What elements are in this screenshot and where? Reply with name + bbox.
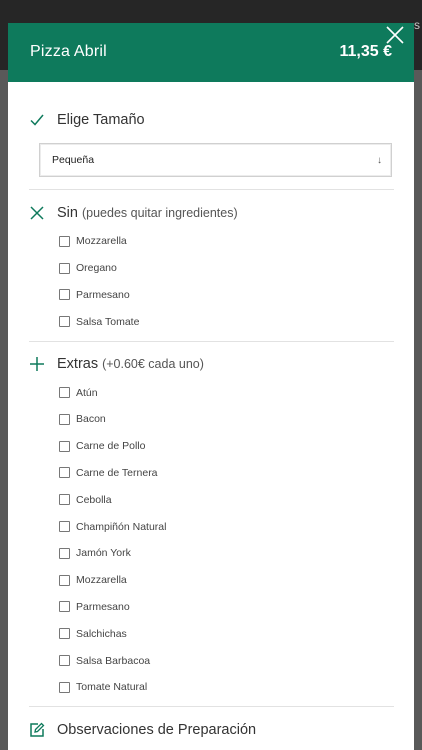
size-section-title: Elige Tamaño [57,112,145,128]
plus-icon [30,357,44,372]
checkbox[interactable] [59,262,70,274]
option-item[interactable]: Salsa Tomate [59,308,394,335]
extras-section-header: Extras (+0.60€ cada uno) [29,354,394,374]
option-label: Champiñón Natural [76,520,167,533]
checkbox[interactable] [59,440,70,452]
option-item[interactable]: Jamón York [59,540,394,567]
arrow-down-icon: ↓ [377,154,382,166]
modal-content: Elige Tamaño Pequeña ↓ Sin (puedes quita… [8,82,414,740]
option-item[interactable]: Carne de Pollo [59,433,394,460]
checkbox[interactable] [59,681,70,693]
option-label: Mozzarella [76,574,127,587]
checkbox[interactable] [59,574,70,586]
option-label: Bacon [76,413,106,426]
option-item[interactable]: Salchichas [59,620,394,647]
option-item[interactable]: Oregano [59,255,394,282]
extras-section-subtitle: (+0.60€ cada uno) [102,357,204,372]
checkbox[interactable] [59,655,70,667]
option-item[interactable]: Cebolla [59,486,394,513]
option-item[interactable]: Mozzarella [59,567,394,594]
modal-header: Pizza Abril 11,35 € [8,23,414,82]
option-item[interactable]: Tomate Natural [59,674,394,701]
checkbox[interactable] [59,387,70,399]
check-icon [30,114,44,126]
size-select-value: Pequeña [52,154,95,166]
extras-section-title: Extras [57,356,99,373]
size-section-header: Elige Tamaño [29,110,394,130]
option-label: Carne de Ternera [76,466,158,479]
option-item[interactable]: Parmesano [59,282,394,309]
edit-icon [30,722,45,737]
option-label: Parmesano [76,600,130,613]
option-item[interactable]: Salsa Barbacoa [59,647,394,674]
option-item[interactable]: Parmesano [59,594,394,621]
option-label: Tomate Natural [76,681,148,694]
checkbox[interactable] [59,547,70,559]
option-label: Carne de Pollo [76,440,146,453]
notes-section-title: Observaciones de Preparación [57,721,257,738]
option-item[interactable]: Mozzarella [59,228,394,255]
checkbox[interactable] [59,521,70,533]
checkbox[interactable] [59,494,70,506]
option-item[interactable]: Atún [59,379,394,406]
product-modal: Pizza Abril 11,35 € Elige Tamaño Pequeña… [8,23,414,750]
option-label: Atún [76,386,98,399]
without-options-list: Mozzarella Oregano Parmesano Salsa Tomate [29,228,394,335]
notes-section-header: Observaciones de Preparación [29,720,394,740]
checkbox[interactable] [59,316,70,328]
option-label: Oregano [76,262,117,275]
option-label: Mozzarella [76,235,127,248]
extras-options-list: Atún Bacon Carne de Pollo Carne de Ternera C… [29,379,394,701]
size-select[interactable]: Pequeña ↓ [39,143,392,177]
option-label: Cebolla [76,493,112,506]
close-icon[interactable] [383,23,407,47]
checkbox[interactable] [59,289,70,301]
option-item[interactable]: Bacon [59,406,394,433]
without-section-header: Sin (puedes quitar ingredientes) [29,203,394,223]
option-item[interactable]: Champiñón Natural [59,513,394,540]
option-label: Parmesano [76,288,130,301]
checkbox[interactable] [59,601,70,613]
without-section-subtitle: (puedes quitar ingredientes) [81,206,238,220]
option-label: Salchichas [76,627,127,640]
x-icon [30,206,44,220]
option-label: Salsa Barbacoa [76,654,151,667]
product-title: Pizza Abril [30,43,107,60]
option-label: Salsa Tomate [76,315,140,328]
option-item[interactable]: Carne de Ternera [59,460,394,487]
checkbox[interactable] [59,235,70,247]
checkbox[interactable] [59,413,70,425]
checkbox[interactable] [59,628,70,640]
background-peek-text: s [414,18,420,32]
option-label: Jamón York [76,547,131,560]
without-section-title: Sin [57,205,78,221]
checkbox[interactable] [59,467,70,479]
